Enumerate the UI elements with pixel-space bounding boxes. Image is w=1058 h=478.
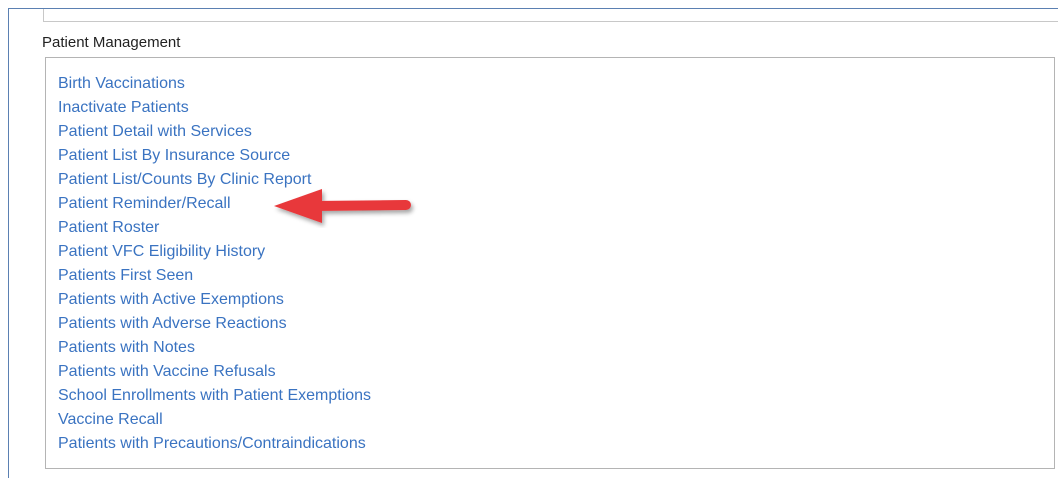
- report-link-patient-reminder-recall[interactable]: Patient Reminder/Recall: [58, 195, 231, 212]
- list-item: Vaccine Recall: [58, 408, 371, 432]
- list-item: Patient Detail with Services: [58, 120, 371, 144]
- list-item: Patients with Adverse Reactions: [58, 312, 371, 336]
- list-item: Patient List By Insurance Source: [58, 144, 371, 168]
- previous-section-box: [43, 9, 1058, 22]
- list-item: Patients with Active Exemptions: [58, 288, 371, 312]
- report-link-patient-list-by-insurance-source[interactable]: Patient List By Insurance Source: [58, 147, 290, 164]
- report-list-box: Birth Vaccinations Inactivate Patients P…: [45, 57, 1055, 469]
- report-link-patients-with-active-exemptions[interactable]: Patients with Active Exemptions: [58, 291, 284, 308]
- report-link-patients-with-vaccine-refusals[interactable]: Patients with Vaccine Refusals: [58, 363, 276, 380]
- report-link-birth-vaccinations[interactable]: Birth Vaccinations: [58, 75, 185, 92]
- report-link-patient-vfc-eligibility-history[interactable]: Patient VFC Eligibility History: [58, 243, 265, 260]
- report-link-patients-with-adverse-reactions[interactable]: Patients with Adverse Reactions: [58, 315, 287, 332]
- list-item: Inactivate Patients: [58, 96, 371, 120]
- list-item: Patients with Vaccine Refusals: [58, 360, 371, 384]
- list-item: Patient VFC Eligibility History: [58, 240, 371, 264]
- report-list: Birth Vaccinations Inactivate Patients P…: [58, 72, 371, 456]
- report-link-school-enrollments-with-patient-exemptions[interactable]: School Enrollments with Patient Exemptio…: [58, 387, 371, 404]
- arrow-left-icon: [274, 189, 411, 223]
- report-link-patients-first-seen[interactable]: Patients First Seen: [58, 267, 193, 284]
- list-item: Birth Vaccinations: [58, 72, 371, 96]
- report-link-inactivate-patients[interactable]: Inactivate Patients: [58, 99, 189, 116]
- report-link-patients-with-precautions-contraindications[interactable]: Patients with Precautions/Contraindicati…: [58, 435, 366, 452]
- list-item: School Enrollments with Patient Exemptio…: [58, 384, 371, 408]
- report-link-patient-detail-with-services[interactable]: Patient Detail with Services: [58, 123, 252, 140]
- section-title: Patient Management: [42, 34, 181, 51]
- list-item: Patients with Precautions/Contraindicati…: [58, 432, 371, 456]
- report-link-vaccine-recall[interactable]: Vaccine Recall: [58, 411, 163, 428]
- list-item: Patients with Notes: [58, 336, 371, 360]
- report-link-patients-with-notes[interactable]: Patients with Notes: [58, 339, 195, 356]
- report-link-patient-roster[interactable]: Patient Roster: [58, 219, 159, 236]
- list-item: Patients First Seen: [58, 264, 371, 288]
